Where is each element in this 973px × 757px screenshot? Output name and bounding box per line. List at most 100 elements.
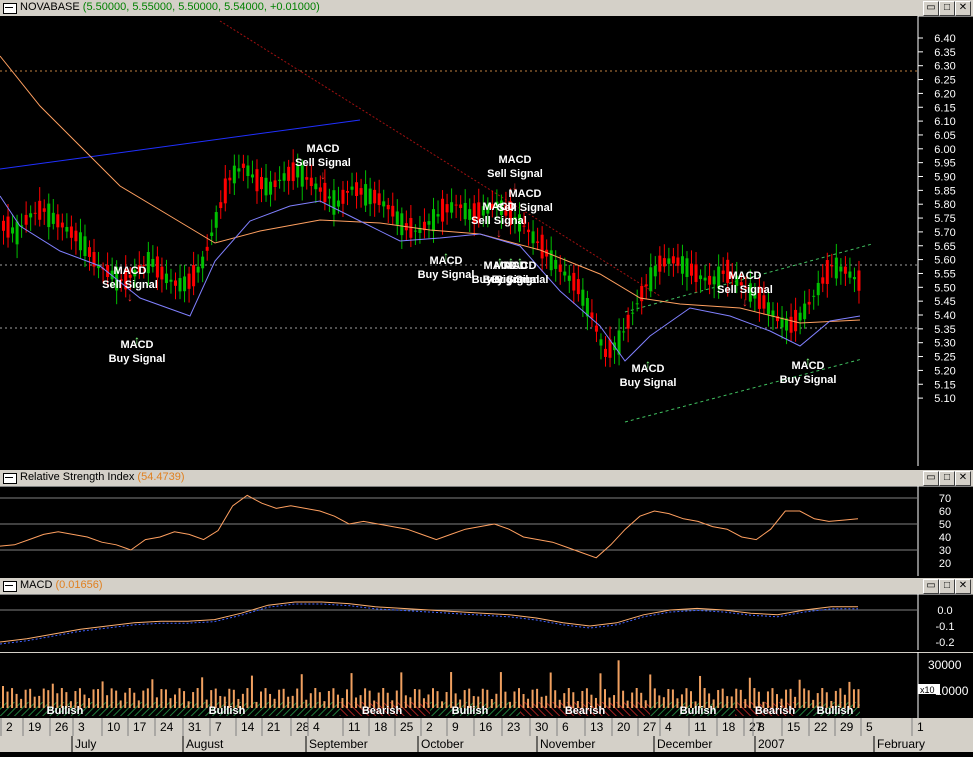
candle-body	[160, 266, 164, 280]
volume-bar	[735, 688, 738, 708]
candle-body	[368, 188, 372, 205]
candle-body	[676, 257, 680, 266]
volume-bar	[400, 672, 403, 708]
candle-body	[273, 180, 277, 188]
minimize-icon[interactable]: ▭	[923, 1, 939, 16]
price-chart[interactable]: 6.40 6.35 6.30 6.256.20 6.15 6.10 6.05 6.00 5.95…	[0, 16, 973, 466]
candle-body	[825, 260, 829, 285]
candle-body	[604, 348, 607, 357]
candle-body	[33, 212, 37, 214]
candle-body	[219, 202, 223, 209]
volume-bar	[744, 699, 747, 708]
price-tick-label: 5.25	[934, 352, 955, 364]
date-month-label: July	[75, 737, 96, 751]
close-icon[interactable]: ✕	[955, 471, 971, 486]
restore-icon[interactable]: □	[939, 471, 955, 486]
price-tick-label: 5.85	[934, 185, 955, 197]
price-tick-label: 5.75	[934, 213, 955, 225]
volume-bar	[504, 691, 507, 708]
close-icon[interactable]: ✕	[955, 1, 971, 16]
volume-bar	[106, 695, 109, 708]
volume-bar	[662, 697, 665, 708]
date-month-label: August	[186, 737, 224, 751]
volume-bar	[748, 677, 751, 708]
candle-body	[531, 231, 535, 244]
macd-tick-label: -0.1	[936, 621, 955, 633]
volume-bar	[495, 693, 498, 708]
restore-icon[interactable]: □	[939, 1, 955, 16]
annotation-line1: MACD	[307, 143, 340, 155]
date-day-label: 20	[617, 720, 631, 734]
date-month-label: December	[657, 737, 712, 751]
buy-arrow-icon: ↑	[497, 254, 503, 268]
price-tick-label: 5.20	[934, 365, 955, 377]
candle-body	[694, 264, 698, 282]
macd-chart[interactable]: 0.0 -0.1 -0.2	[0, 594, 973, 650]
annotation-line2: Buy Signal	[109, 353, 166, 365]
candle-body	[567, 275, 571, 281]
candle-body	[155, 256, 159, 278]
candle-body	[336, 200, 340, 207]
close-icon[interactable]: ✕	[955, 579, 971, 594]
price-tick-label: 5.15	[934, 379, 955, 391]
volume-bar	[599, 673, 602, 708]
price-tick-label: 5.50	[934, 282, 955, 294]
candle-body	[78, 232, 82, 251]
minimize-icon[interactable]: ▭	[923, 579, 939, 594]
panel-menu-icon[interactable]	[3, 3, 17, 14]
volume-bar	[133, 692, 136, 708]
candle-body	[364, 184, 368, 206]
panel-menu-icon[interactable]	[3, 581, 17, 592]
volume-bar	[418, 689, 421, 708]
minimize-icon[interactable]: ▭	[923, 471, 939, 486]
volume-bar	[83, 694, 86, 708]
candle-body	[680, 256, 684, 274]
candle-body	[450, 202, 454, 213]
date-day-label: 27	[643, 720, 657, 734]
macd-line	[0, 601, 858, 643]
volume-bar	[128, 688, 131, 708]
restore-icon[interactable]: □	[939, 579, 955, 594]
rsi-panel-titlebar[interactable]: Relative Strength Index (54.4739) ▭ □ ✕	[0, 470, 973, 487]
candle-body	[807, 301, 811, 305]
price-panel-titlebar[interactable]: NOVABASE (5.50000, 5.55000, 5.50000, 5.5…	[0, 0, 973, 17]
trend-label: Bullish	[209, 705, 246, 717]
candle-body	[38, 200, 42, 220]
candle-body	[373, 189, 377, 204]
buy-arrow-icon: ↑	[134, 333, 140, 347]
buy-arrow-icon: ↑	[645, 357, 651, 371]
candle-body	[794, 309, 798, 332]
symbol-label: NOVABASE	[20, 1, 80, 13]
candle-body	[201, 256, 205, 269]
volume-bar	[545, 695, 548, 708]
date-axis: 2 19 26 3 10 17 24 31 7 14 21 28 4 11 18 25 2 9 16 23 30 6 13 2…	[0, 718, 973, 752]
candle-body	[563, 271, 567, 276]
volume-bar	[490, 699, 493, 708]
date-day-label: 24	[160, 720, 174, 734]
volume-bar	[549, 672, 552, 708]
candle-body	[327, 196, 331, 199]
candle-body	[241, 163, 245, 168]
volume-bar	[2, 686, 4, 708]
volume-bar	[164, 689, 167, 708]
candle-body	[554, 259, 558, 269]
candle-body	[83, 236, 87, 257]
date-month-label: February	[877, 737, 925, 751]
volume-chart[interactable]: Bullish Bullish Bearish Bullish Bearish Bulli…	[0, 652, 973, 718]
volume-bar	[314, 688, 317, 708]
rsi-chart[interactable]: 706050403020	[0, 486, 973, 576]
volume-bar	[350, 673, 353, 708]
volume-bar	[857, 689, 860, 708]
candle-body	[2, 220, 5, 231]
candle-body	[24, 214, 28, 225]
macd-panel-titlebar[interactable]: MACD (0.01656) ▭ □ ✕	[0, 578, 973, 595]
volume-bar	[649, 674, 652, 708]
volume-bar	[146, 688, 149, 708]
buy-arrow-icon: ↑	[805, 354, 811, 368]
rsi-tick-label: 60	[939, 506, 951, 518]
panel-menu-icon[interactable]	[3, 473, 17, 484]
volume-bar	[6, 691, 9, 708]
volume-bar	[721, 688, 724, 708]
volume-tick-10000: 10000	[935, 684, 969, 698]
macd-title: MACD (0.01656)	[20, 579, 103, 591]
